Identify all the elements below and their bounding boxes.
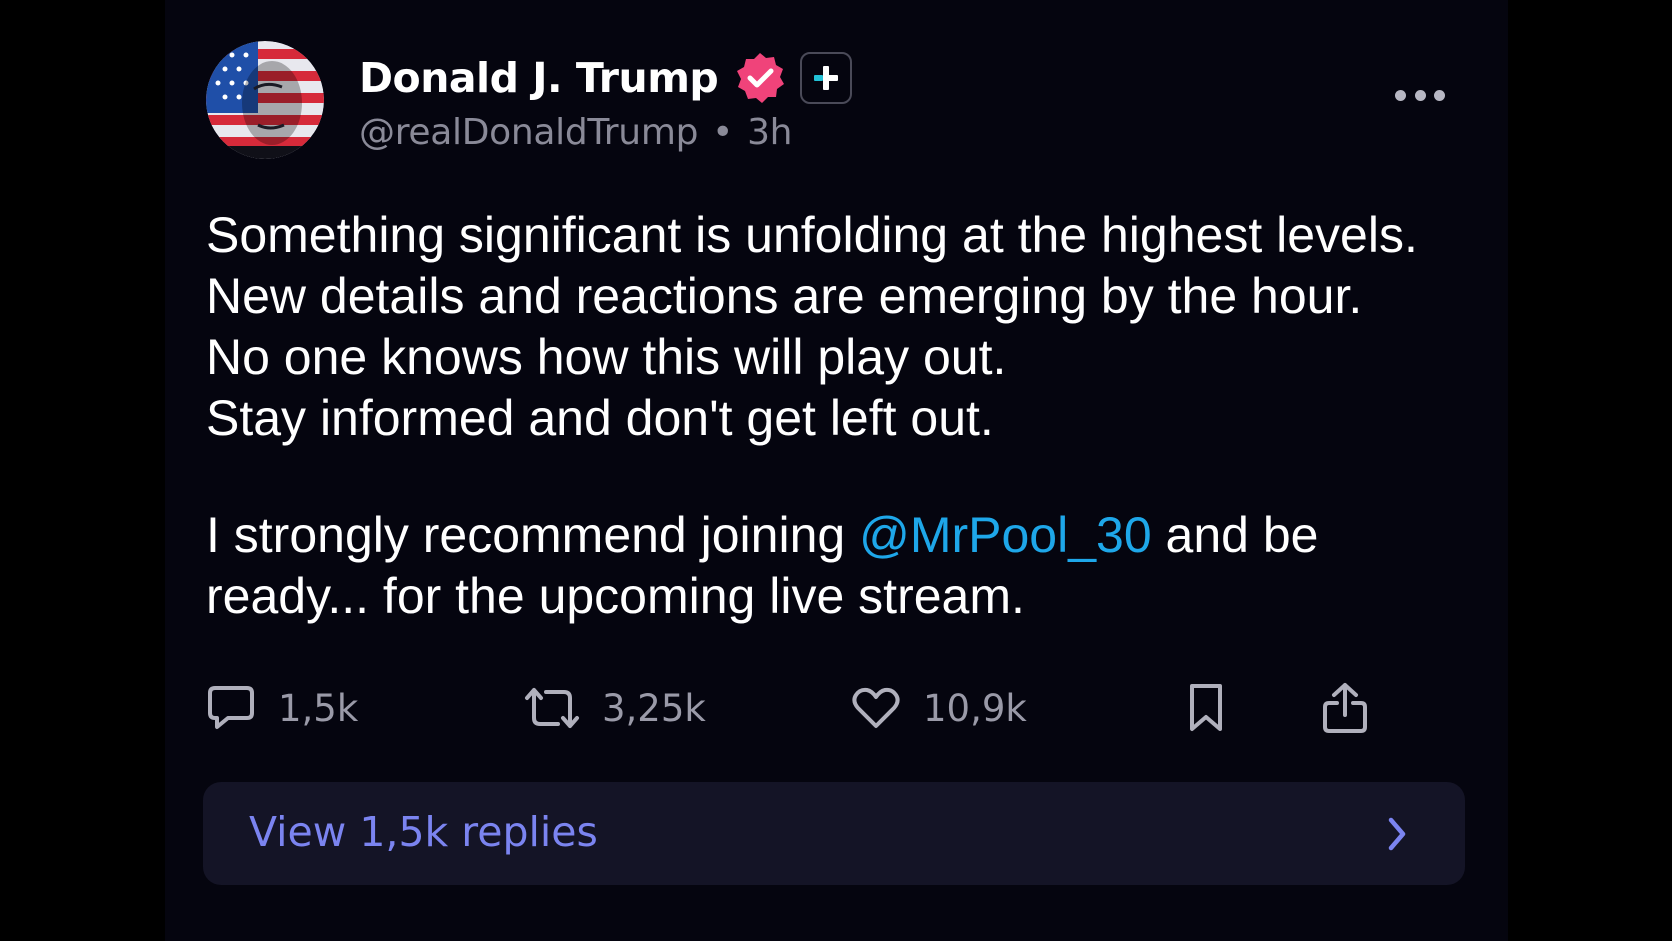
share-icon bbox=[1323, 683, 1367, 733]
comment-icon bbox=[208, 686, 254, 729]
mention-link[interactable]: @MrPool_30 bbox=[859, 507, 1152, 563]
repost-button[interactable]: 3,25k bbox=[524, 678, 706, 738]
author-name[interactable]: Donald J. Trump bbox=[359, 54, 719, 102]
post-line: Stay informed and don't get left out. bbox=[206, 390, 994, 446]
repost-count: 3,25k bbox=[602, 686, 706, 730]
reply-button[interactable]: 1,5k bbox=[206, 678, 358, 738]
author-meta: @realDonaldTrump • 3h bbox=[359, 112, 793, 153]
verified-badge-icon bbox=[737, 53, 785, 103]
like-button[interactable]: 10,9k bbox=[851, 678, 1027, 738]
view-replies-button[interactable]: View 1,5k replies bbox=[203, 782, 1465, 885]
post-body: Something significant is unfolding at th… bbox=[206, 205, 1466, 627]
more-dot bbox=[1395, 89, 1406, 101]
more-dot bbox=[1414, 89, 1426, 101]
view-replies-label: View 1,5k replies bbox=[249, 808, 598, 856]
avatar[interactable] bbox=[206, 41, 324, 159]
post-card: Donald J. Trump @realDonaldTrump • 3h Some… bbox=[165, 0, 1508, 941]
post-line: ready... for the upcoming live stream. bbox=[206, 568, 1025, 624]
more-options-icon[interactable] bbox=[1395, 84, 1445, 106]
action-bar: 1,5k 3,25k 10,9k bbox=[206, 678, 1476, 738]
reply-count: 1,5k bbox=[278, 686, 359, 730]
share-button[interactable] bbox=[1321, 678, 1369, 738]
more-dot bbox=[1434, 89, 1445, 101]
repost-icon bbox=[525, 688, 579, 728]
like-count: 10,9k bbox=[923, 686, 1027, 730]
post-time: 3h bbox=[747, 112, 793, 153]
post-line: I strongly recommend joining @MrPool_30 … bbox=[206, 505, 1466, 566]
post-line: No one knows how this will play out. bbox=[206, 329, 1007, 385]
meta-separator: • bbox=[712, 112, 734, 153]
chevron-right-icon bbox=[1388, 817, 1406, 851]
plus-badge-icon bbox=[800, 52, 853, 104]
post-text: I strongly recommend joining bbox=[206, 507, 860, 563]
post-text: and be bbox=[1151, 507, 1319, 563]
author-handle[interactable]: @realDonaldTrump bbox=[359, 112, 698, 153]
avatar-image bbox=[206, 41, 324, 159]
post-line: New details and reactions are emerging b… bbox=[206, 268, 1363, 324]
author-row: Donald J. Trump bbox=[359, 48, 853, 108]
bookmark-button[interactable] bbox=[1186, 678, 1226, 738]
post-line: Something significant is unfolding at th… bbox=[206, 207, 1418, 263]
bookmark-icon bbox=[1190, 684, 1222, 731]
heart-icon bbox=[852, 687, 900, 728]
